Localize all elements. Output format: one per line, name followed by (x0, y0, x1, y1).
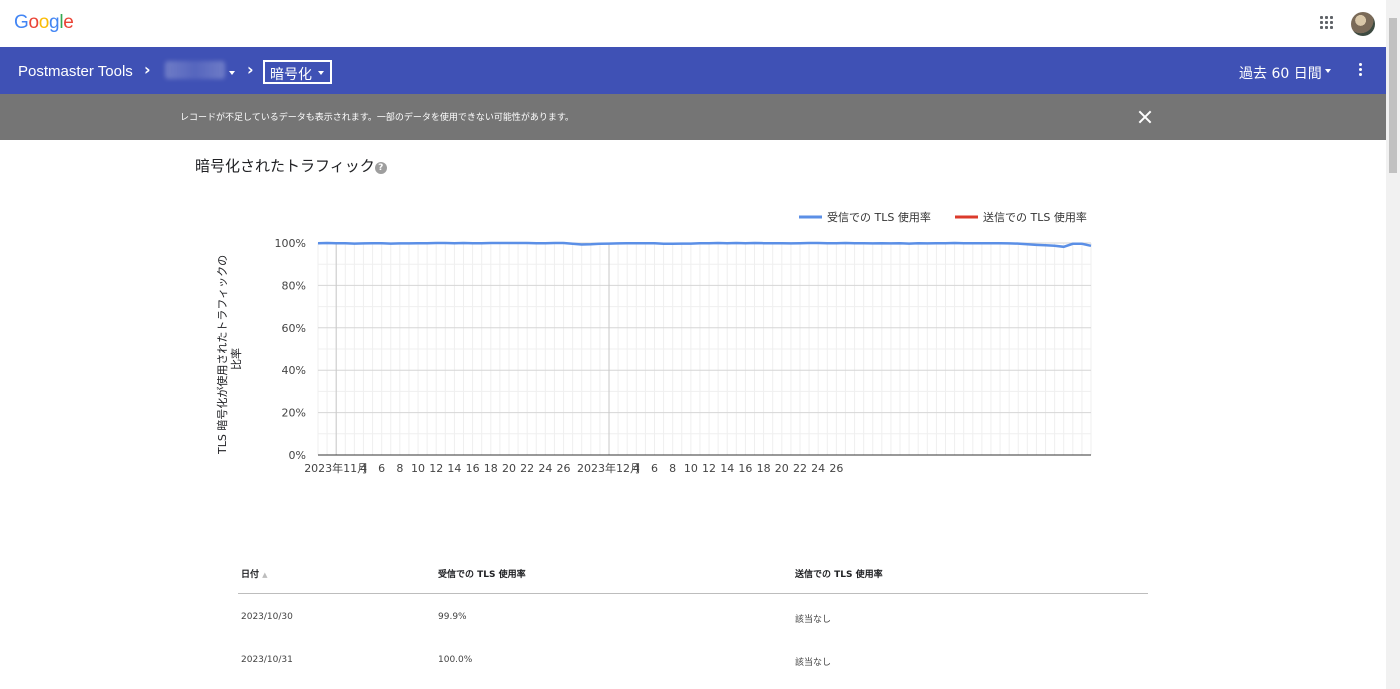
section-title-text: 暗号化されたトラフィック (195, 157, 375, 175)
domain-select-blurred[interactable] (165, 61, 225, 79)
x-tick-label: 2023年12月 (577, 461, 641, 475)
scrollbar-thumb[interactable] (1389, 18, 1397, 173)
scrollbar[interactable] (1386, 0, 1400, 689)
x-tick-label: 26 (557, 462, 571, 475)
x-tick-label: 18 (757, 462, 771, 475)
table-cell-incoming: 99.9% (438, 612, 467, 622)
table-cell-outgoing: 該当なし (795, 615, 832, 625)
x-tick-label: 4 (633, 462, 640, 475)
x-tick-label: 6 (651, 462, 658, 475)
more-vert-icon[interactable] (1359, 63, 1363, 77)
x-tick-label: 16 (466, 462, 480, 475)
th-outgoing[interactable]: 送信での TLS 使用率 (795, 567, 883, 580)
table-cell-date: 2023/10/30 (241, 612, 293, 622)
app-title[interactable]: Postmaster Tools (18, 63, 133, 80)
domain-caret-icon[interactable] (229, 71, 235, 75)
th-date[interactable]: 日付 ▲ (241, 567, 268, 580)
legend-label-incoming: 受信での TLS 使用率 (827, 210, 931, 224)
x-tick-label: 20 (502, 462, 516, 475)
sort-ascending-icon: ▲ (262, 571, 268, 579)
table-cell-outgoing: 該当なし (795, 658, 832, 668)
th-date-label: 日付 (241, 570, 260, 580)
help-icon[interactable]: ? (374, 162, 387, 174)
x-tick-label: 10 (411, 462, 425, 475)
x-tick-label: 8 (396, 462, 403, 475)
dashboard-select[interactable]: 暗号化 (263, 60, 332, 84)
x-tick-label: 20 (775, 462, 789, 475)
top-bar: Google (0, 0, 1386, 47)
breadcrumb-chevron-icon: › (247, 60, 254, 79)
y-tick-label: 0% (289, 449, 306, 462)
x-tick-label: 6 (378, 462, 385, 475)
x-tick-label: 12 (429, 462, 443, 475)
legend-label-outgoing: 送信での TLS 使用率 (983, 210, 1087, 224)
y-tick-label: 20% (282, 407, 306, 420)
y-tick-label: 80% (282, 279, 306, 292)
period-caret-icon[interactable] (1325, 69, 1331, 73)
banner-message: レコードが不足しているデータも表示されます。一部のデータを使用できない可能性があ… (180, 113, 574, 123)
close-icon[interactable] (1137, 109, 1153, 125)
section-title: 暗号化されたトラフィック? (195, 155, 387, 176)
x-tick-label: 14 (720, 462, 734, 475)
x-tick-label: 4 (360, 462, 367, 475)
apps-grid-icon[interactable] (1320, 16, 1334, 30)
dashboard-caret-icon (318, 71, 324, 75)
x-tick-label: 10 (684, 462, 698, 475)
table-cell-date: 2023/10/31 (241, 655, 293, 665)
tls-line-chart: 0%20%40%60%80%100%2023年11月4 6 8 10 12 14 16 18 2… (275, 210, 1092, 475)
y-tick-label: 100% (275, 237, 306, 250)
x-tick-label: 18 (484, 462, 498, 475)
info-banner: レコードが不足しているデータも表示されます。一部のデータを使用できない可能性があ… (0, 94, 1386, 140)
x-tick-label: 8 (669, 462, 676, 475)
dashboard-select-label: 暗号化 (270, 67, 312, 83)
x-tick-label: 24 (811, 462, 825, 475)
x-tick-label: 24 (538, 462, 552, 475)
x-tick-label: 22 (793, 462, 807, 475)
app-nav-bar: Postmaster Tools › › 暗号化 過去 60 日間 (0, 47, 1386, 94)
breadcrumb-chevron-icon: › (144, 60, 151, 79)
y-tick-label: 40% (282, 364, 306, 377)
y-tick-label: 60% (282, 322, 306, 335)
period-select-label: 過去 60 日間 (1239, 66, 1322, 82)
series-line-incoming (317, 241, 1092, 249)
x-tick-label: 22 (520, 462, 534, 475)
table-divider (238, 593, 1148, 594)
period-select[interactable]: 過去 60 日間 (1239, 63, 1322, 83)
table-cell-incoming: 100.0% (438, 655, 473, 665)
user-avatar[interactable] (1351, 12, 1375, 36)
x-tick-label: 26 (829, 462, 843, 475)
x-tick-label: 12 (702, 462, 716, 475)
google-logo[interactable]: Google (14, 12, 74, 34)
th-incoming[interactable]: 受信での TLS 使用率 (438, 567, 526, 580)
x-tick-label: 14 (447, 462, 461, 475)
x-tick-label: 2023年11月 (304, 461, 368, 475)
x-tick-label: 16 (738, 462, 752, 475)
